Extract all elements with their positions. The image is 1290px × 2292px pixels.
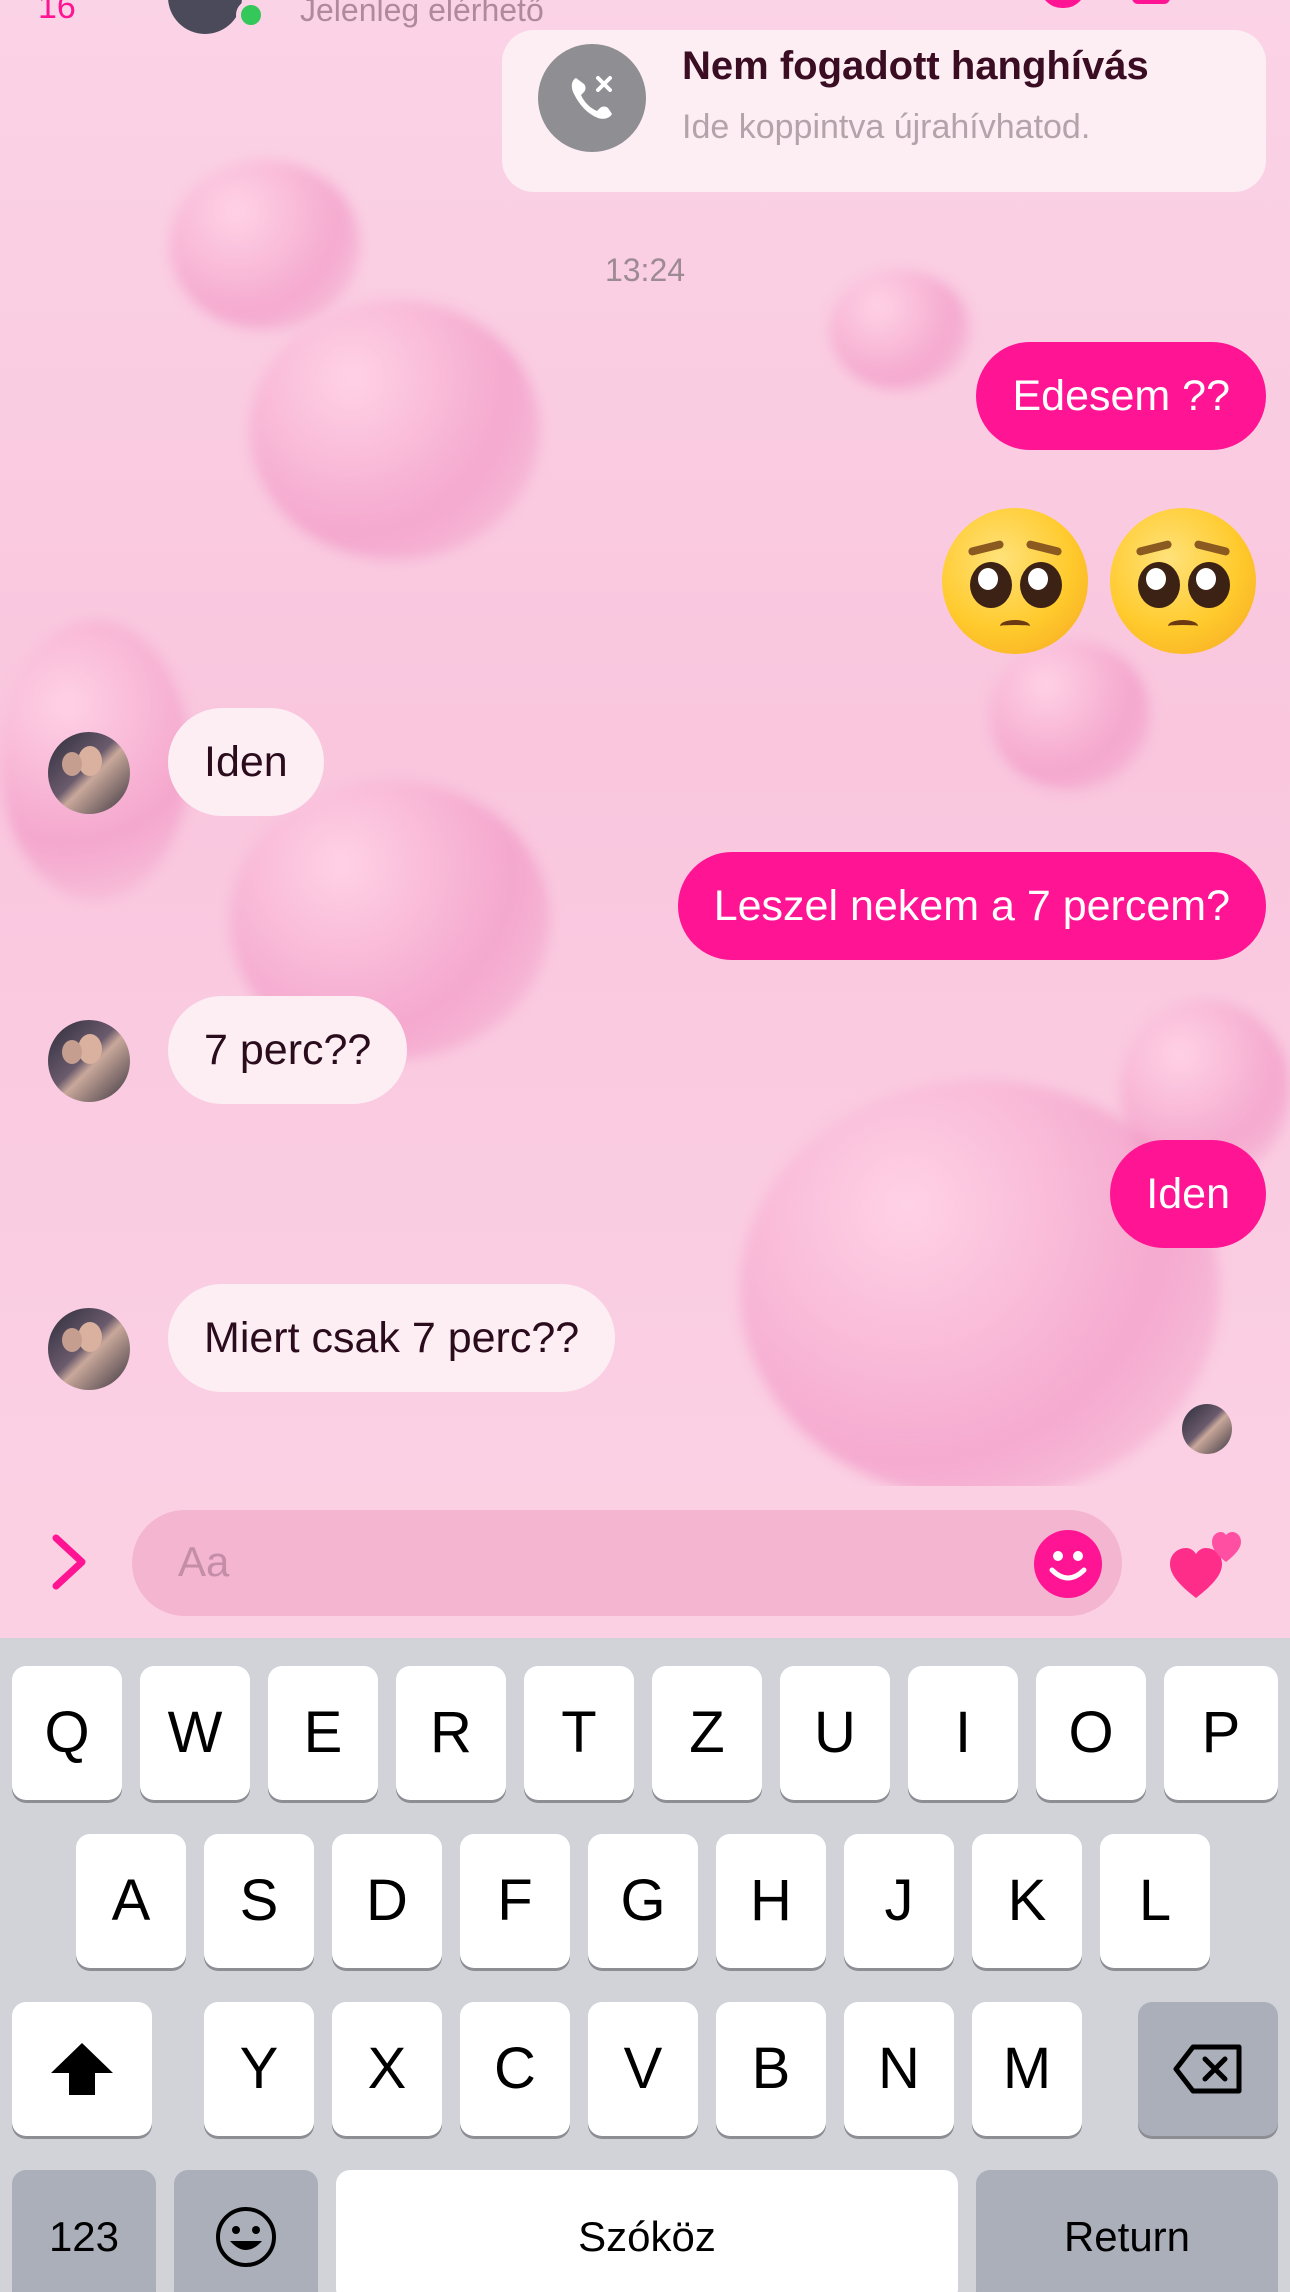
- key-h[interactable]: H: [716, 1834, 826, 1968]
- key-t[interactable]: T: [524, 1666, 634, 1800]
- pleading-face-emoji[interactable]: [942, 508, 1088, 654]
- incoming-message[interactable]: 7 perc??: [168, 996, 408, 1104]
- background-heart: [990, 640, 1150, 790]
- call-card-subtitle: Ide koppintva újrahívhatod.: [682, 108, 1091, 146]
- key-q[interactable]: Q: [12, 1666, 122, 1800]
- key-a[interactable]: A: [76, 1834, 186, 1968]
- key-m[interactable]: M: [972, 2002, 1082, 2136]
- key-o[interactable]: O: [1036, 1666, 1146, 1800]
- missed-call-card[interactable]: Nem fogadott hanghívás Ide koppintva újr…: [502, 30, 1266, 192]
- return-key[interactable]: Return: [976, 2170, 1278, 2292]
- key-e[interactable]: E: [268, 1666, 378, 1800]
- sender-avatar[interactable]: [48, 732, 130, 814]
- smiley-icon[interactable]: [1034, 1530, 1102, 1598]
- numbers-key[interactable]: 123: [12, 2170, 156, 2292]
- shift-key[interactable]: [12, 2002, 152, 2136]
- pleading-face-emoji[interactable]: [1110, 508, 1256, 654]
- incoming-message[interactable]: Iden: [168, 708, 324, 816]
- call-card-title: Nem fogadott hanghívás: [682, 44, 1149, 88]
- emoji-icon: [216, 2207, 276, 2267]
- outgoing-message[interactable]: Edesem ??: [976, 342, 1266, 450]
- key-n[interactable]: N: [844, 2002, 954, 2136]
- back-button[interactable]: 16: [38, 0, 76, 27]
- key-x[interactable]: X: [332, 2002, 442, 2136]
- key-k[interactable]: K: [972, 1834, 1082, 1968]
- hearts-reaction-icon[interactable]: [1168, 1522, 1252, 1606]
- key-d[interactable]: D: [332, 1834, 442, 1968]
- chevron-right-icon[interactable]: [44, 1532, 94, 1592]
- message-text: Iden: [1146, 1170, 1230, 1218]
- key-s[interactable]: S: [204, 1834, 314, 1968]
- incoming-message[interactable]: Miert csak 7 perc??: [168, 1284, 616, 1392]
- shift-icon: [51, 2043, 113, 2095]
- online-indicator: [236, 0, 266, 30]
- contact-status: Jelenleg elérhető: [300, 0, 544, 28]
- message-text: 7 perc??: [204, 1026, 372, 1074]
- key-p[interactable]: P: [1164, 1666, 1278, 1800]
- space-key[interactable]: Szóköz: [336, 2170, 958, 2292]
- message-text: Edesem ??: [1012, 372, 1230, 420]
- key-g[interactable]: G: [588, 1834, 698, 1968]
- message-text: Miert csak 7 perc??: [204, 1314, 580, 1362]
- back-count: 16: [38, 0, 76, 26]
- key-i[interactable]: I: [908, 1666, 1018, 1800]
- background-heart: [250, 300, 540, 560]
- key-u[interactable]: U: [780, 1666, 890, 1800]
- key-y[interactable]: Y: [204, 2002, 314, 2136]
- key-l[interactable]: L: [1100, 1834, 1210, 1968]
- missed-call-icon: [538, 44, 646, 152]
- message-input-placeholder: Aa: [178, 1538, 230, 1585]
- key-c[interactable]: C: [460, 2002, 570, 2136]
- key-j[interactable]: J: [844, 1834, 954, 1968]
- outgoing-message[interactable]: Leszel nekem a 7 percem?: [677, 852, 1266, 960]
- delete-key[interactable]: [1138, 2002, 1278, 2136]
- video-call-icon[interactable]: [1132, 0, 1170, 4]
- message-text: Iden: [204, 738, 288, 786]
- key-w[interactable]: W: [140, 1666, 250, 1800]
- on-screen-keyboard: Q W E R T Z U I O P A S D F G H J K L Y …: [0, 1638, 1290, 2292]
- sender-avatar[interactable]: [48, 1308, 130, 1390]
- key-f[interactable]: F: [460, 1834, 570, 1968]
- backspace-icon: [1173, 2044, 1242, 2094]
- key-v[interactable]: V: [588, 2002, 698, 2136]
- background-heart: [170, 160, 360, 330]
- emoji-key[interactable]: [174, 2170, 318, 2292]
- key-z[interactable]: Z: [652, 1666, 762, 1800]
- message-text: Leszel nekem a 7 percem?: [713, 882, 1230, 930]
- message-input[interactable]: Aa: [132, 1510, 1122, 1616]
- sender-avatar[interactable]: [48, 1020, 130, 1102]
- message-timestamp: 13:24: [604, 252, 686, 288]
- chat-area[interactable]: 16 Jelenleg elérhető Nem fogadott hanghí…: [0, 0, 1290, 1486]
- read-receipt-avatar: [1182, 1404, 1232, 1454]
- key-r[interactable]: R: [396, 1666, 506, 1800]
- message-composer: Aa: [0, 1486, 1290, 1638]
- key-b[interactable]: B: [716, 2002, 826, 2136]
- outgoing-message[interactable]: Iden: [1110, 1140, 1266, 1248]
